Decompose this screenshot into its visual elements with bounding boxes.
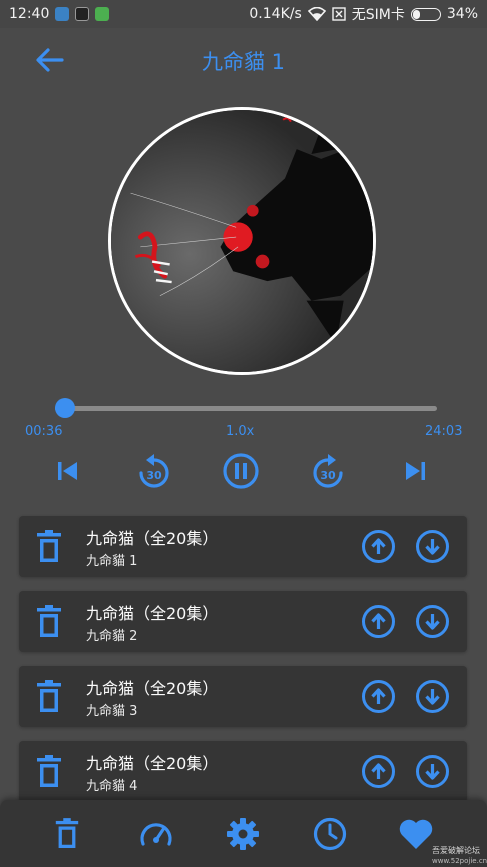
move-down-button[interactable]	[415, 754, 450, 789]
sleep-timer-button[interactable]	[311, 815, 349, 853]
rewind-seconds-label: 30	[146, 469, 162, 482]
playback-speed[interactable]: 1.0x	[226, 424, 254, 439]
rewind-30-button[interactable]: 30	[131, 448, 177, 494]
arrow-down-circle-icon	[416, 530, 449, 563]
arrow-down-circle-icon	[416, 605, 449, 638]
move-up-button[interactable]	[361, 604, 396, 639]
trash-icon	[37, 605, 61, 637]
move-down-button[interactable]	[415, 529, 450, 564]
move-up-button[interactable]	[361, 754, 396, 789]
arrow-down-circle-icon	[416, 680, 449, 713]
next-button[interactable]	[392, 448, 438, 494]
network-speed: 0.14K/s	[249, 6, 302, 22]
speedometer-icon	[140, 823, 172, 846]
replay-30-icon: 30	[139, 454, 169, 488]
cover-art-image	[111, 110, 373, 372]
battery-icon	[410, 7, 441, 21]
move-down-button[interactable]	[415, 604, 450, 639]
playback-controls: 30 30	[0, 448, 487, 494]
episode-title: 九命貓 1	[86, 554, 138, 569]
notification-app-icon	[75, 7, 90, 21]
episode-title: 九命貓 3	[86, 704, 138, 719]
settings-button[interactable]	[224, 815, 262, 853]
notification-app-icon	[95, 7, 110, 21]
wifi-icon	[307, 7, 326, 21]
album-title: 九命猫（全20集）	[86, 529, 219, 548]
episode-title: 九命貓 2	[86, 629, 138, 644]
favorite-button[interactable]	[397, 815, 435, 853]
page-title: 九命貓 1	[201, 50, 286, 74]
forward-seconds-label: 30	[320, 469, 336, 482]
album-title: 九命猫（全20集）	[86, 679, 219, 698]
arrow-down-circle-icon	[416, 755, 449, 788]
arrow-up-circle-icon	[362, 680, 395, 713]
battery-percent: 34%	[446, 6, 478, 22]
playlist-item[interactable]: 九命猫（全20集） 九命貓 1	[19, 516, 467, 577]
move-up-button[interactable]	[361, 529, 396, 564]
episode-title: 九命貓 4	[86, 779, 138, 794]
delete-button[interactable]	[34, 679, 64, 715]
album-cover	[108, 107, 376, 375]
arrow-up-circle-icon	[362, 530, 395, 563]
trash-icon	[55, 818, 79, 848]
delete-button[interactable]	[34, 754, 64, 790]
playlist: 九命猫（全20集） 九命貓 1 九命猫（全20集） 九命貓 2 九命猫（全20集…	[19, 516, 467, 816]
delete-button[interactable]	[34, 604, 64, 640]
speed-button[interactable]	[137, 815, 175, 853]
status-bar: 12:40 0.14K/s 无SIM卡 34%	[0, 0, 487, 28]
move-down-button[interactable]	[415, 679, 450, 714]
gear-icon	[227, 818, 259, 850]
watermark-text: 吾爱破解论坛	[432, 846, 480, 855]
move-up-button[interactable]	[361, 679, 396, 714]
trash-icon	[37, 680, 61, 712]
delete-button[interactable]	[34, 529, 64, 565]
watermark-url: www.52pojie.cn	[432, 857, 487, 865]
trash-icon	[37, 530, 61, 562]
elapsed-time: 00:36	[25, 424, 63, 439]
notification-app-icon	[55, 7, 70, 21]
skip-next-icon	[406, 462, 425, 480]
skip-previous-icon	[58, 462, 77, 480]
trash-icon	[37, 755, 61, 787]
pause-circle-icon	[223, 453, 259, 489]
heart-icon	[399, 819, 433, 849]
album-title: 九命猫（全20集）	[86, 604, 219, 623]
bottom-toolbar	[0, 800, 487, 867]
total-duration: 24:03	[425, 424, 463, 439]
sim-status: 无SIM卡	[351, 7, 405, 23]
forward-30-button[interactable]: 30	[305, 448, 351, 494]
seek-handle[interactable]	[54, 398, 75, 418]
forward-30-icon: 30	[313, 454, 343, 488]
playlist-item[interactable]: 九命猫（全20集） 九命貓 2	[19, 591, 467, 652]
arrow-up-circle-icon	[362, 755, 395, 788]
clear-playlist-button[interactable]	[48, 815, 86, 853]
album-title: 九命猫（全20集）	[86, 754, 219, 773]
arrow-up-circle-icon	[362, 605, 395, 638]
seek-bar[interactable]	[54, 398, 437, 418]
previous-button[interactable]	[45, 448, 91, 494]
pause-button[interactable]	[218, 448, 264, 494]
playlist-item[interactable]: 九命猫（全20集） 九命貓 4	[19, 741, 467, 802]
toolbar: 九命貓 1	[0, 28, 487, 92]
status-time: 12:40	[9, 6, 50, 22]
playlist-item[interactable]: 九命猫（全20集） 九命貓 3	[19, 666, 467, 727]
no-sim-icon	[332, 7, 346, 21]
clock-icon	[313, 817, 347, 851]
